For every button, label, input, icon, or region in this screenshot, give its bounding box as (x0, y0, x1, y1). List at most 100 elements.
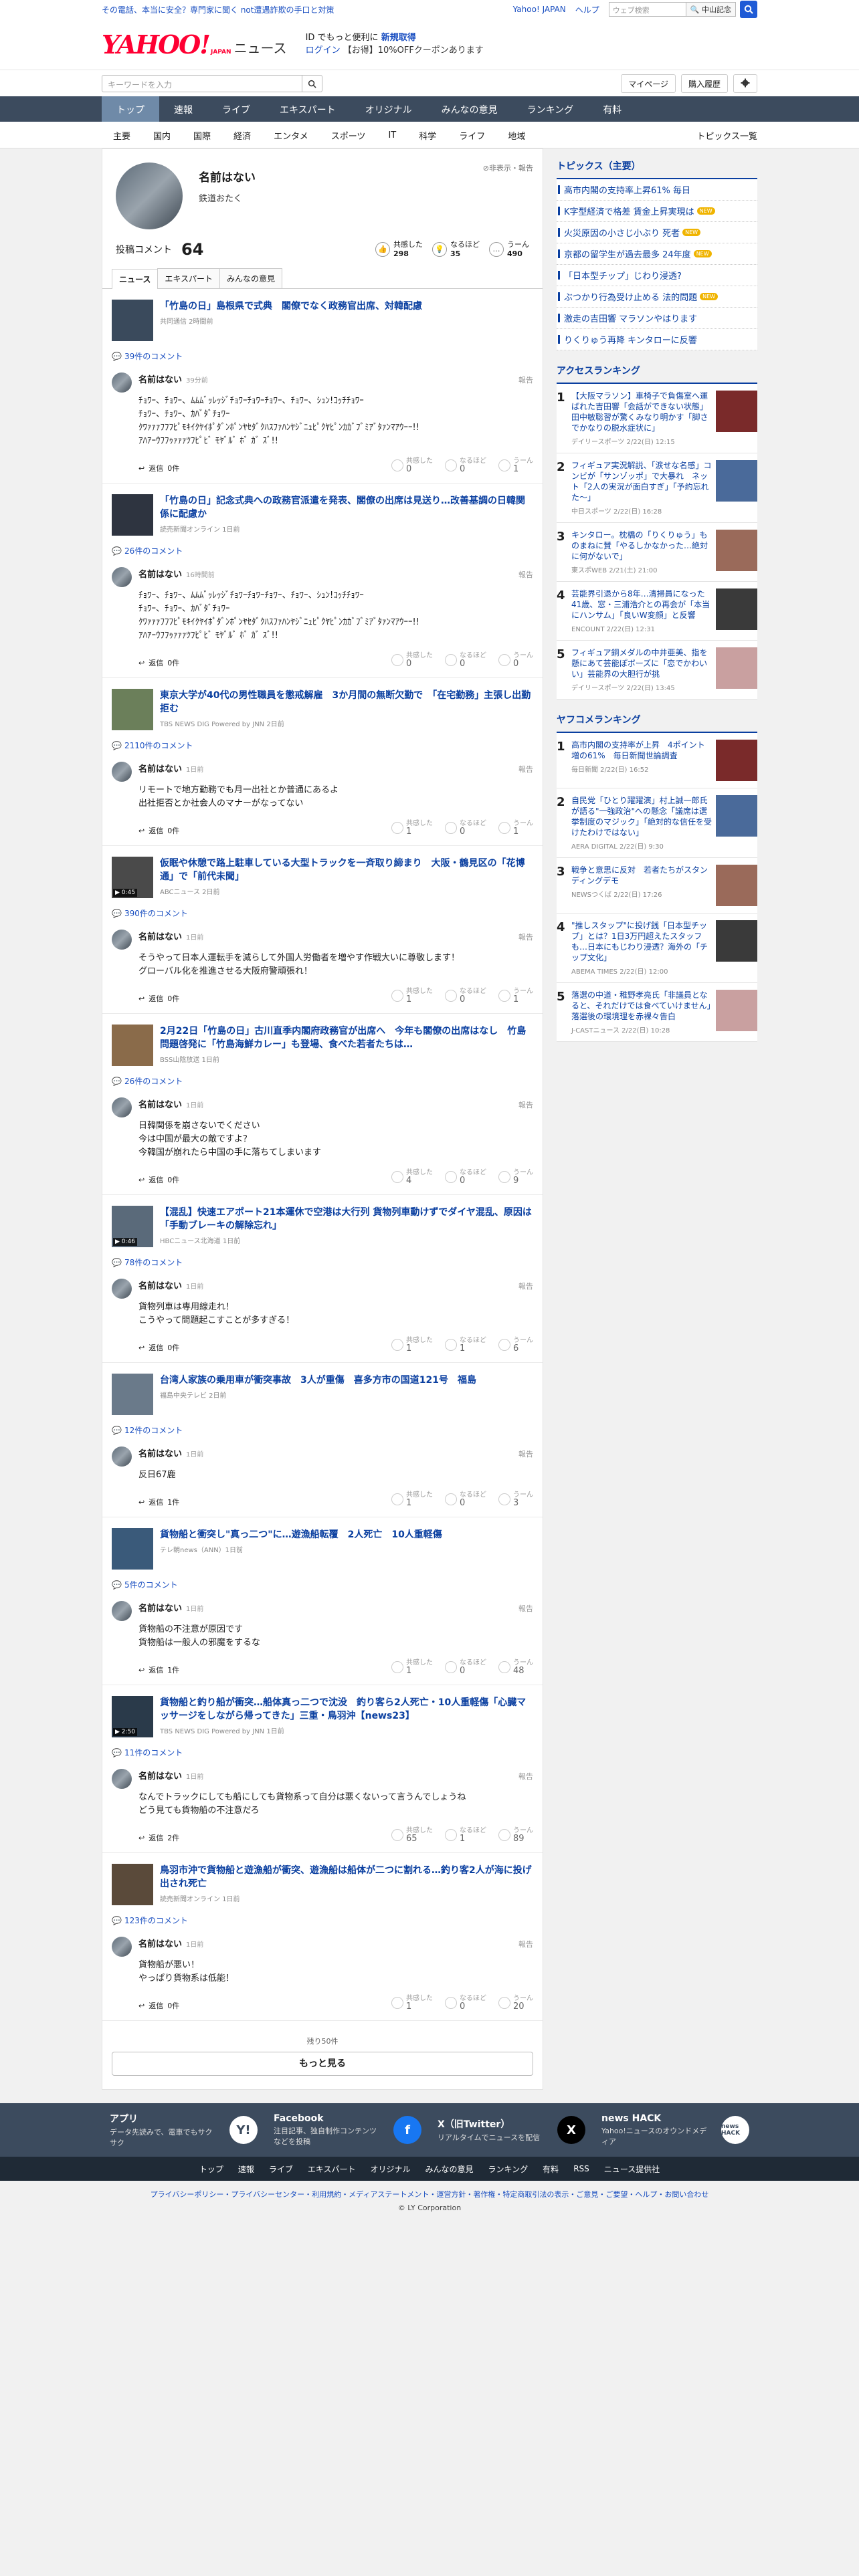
reaction-button[interactable]: 共感した 1 (391, 1995, 433, 2011)
comment-count-link[interactable]: 💬 5件のコメント (112, 1579, 533, 1590)
comment-author[interactable]: 名前はない (138, 1769, 182, 1782)
article-card[interactable]: 貨物船と衝突し"真っ二つ"に…遊漁船転覆 2人死亡 10人重軽傷 テレ朝news（… (112, 1528, 533, 1570)
nav-breaking[interactable]: 速報 (159, 96, 207, 122)
reaction-button[interactable]: 共感した 1 (391, 988, 433, 1004)
ranking-item[interactable]: 5 落選の中道・稚野孝亮氏「非議員となると、それだけでは食べていけません」落選後の… (557, 983, 757, 1042)
report-link[interactable]: 報告 (518, 764, 533, 774)
comment-author[interactable]: 名前はない (138, 1601, 182, 1614)
reply-button[interactable]: ↩ 返信 0件 (138, 993, 179, 1004)
reaction-button[interactable]: なるほど 0 (445, 1491, 486, 1507)
report-link[interactable]: 報告 (518, 1448, 533, 1459)
topics-list-link[interactable]: トピックス一覧 (696, 129, 757, 142)
reaction-button[interactable]: うーん 3 (498, 1491, 533, 1507)
subnav-entertainment[interactable]: エンタメ (262, 129, 320, 142)
reply-button[interactable]: ↩ 返信 0件 (138, 463, 179, 473)
reply-button[interactable]: ↩ 返信 0件 (138, 1174, 179, 1185)
comment-count-link[interactable]: 💬 12件のコメント (112, 1424, 533, 1436)
tab-opinion[interactable]: みんなの意見 (219, 268, 283, 288)
topic-link[interactable]: 激走の吉田響 マラソンやはります (557, 308, 757, 329)
topic-link[interactable]: ぶつかり行為受け止める 法的問題 NEW (557, 286, 757, 308)
topic-link[interactable]: りくりゅう再降 キンタローに反響 (557, 329, 757, 350)
comment-count-link[interactable]: 💬 123件のコメント (112, 1915, 533, 1926)
topic-link[interactable]: 高市内閣の支持率上昇61% 毎日 (557, 179, 757, 201)
comment-count-link[interactable]: 💬 11件のコメント (112, 1747, 533, 1758)
footer-nav-link[interactable]: エキスパート (308, 2163, 356, 2175)
article-title[interactable]: 「竹島の日」記念式典への政務官派遣を発表、閣僚の出席は見送り…改善基調の日韓関係… (160, 494, 533, 521)
footer-app-link[interactable]: news HACK Yahoo!ニュースのオウンドメディア news HACK (593, 2113, 757, 2147)
topic-link[interactable]: 火災原因の小さじ小ぶり 死者 NEW (557, 222, 757, 243)
reaction-button[interactable]: うーん 1 (498, 820, 533, 836)
comment-author[interactable]: 名前はない (138, 762, 182, 774)
comment-count-link[interactable]: 💬 78件のコメント (112, 1257, 533, 1268)
article-card[interactable]: ▶ 2:50 貨物船と釣り船が衝突…船体真っ二つで沈没 釣り客ら2人死亡・10人重… (112, 1696, 533, 1737)
report-link[interactable]: 報告 (518, 1099, 533, 1110)
article-thumbnail[interactable] (112, 300, 153, 341)
comment-author[interactable]: 名前はない (138, 1446, 182, 1459)
reply-button[interactable]: ↩ 返信 0件 (138, 825, 179, 836)
ranking-item[interactable]: 4 芸能界引退から8年…清掃員になった41歳、窓・三浦浩介との再会が「本当にハンサ… (557, 582, 757, 641)
topic-link[interactable]: K字型経済で格差 賃金上昇実現は NEW (557, 201, 757, 222)
report-link[interactable]: 報告 (518, 1771, 533, 1782)
article-card[interactable]: 「竹島の日」記念式典への政務官派遣を発表、閣僚の出席は見送り…改善基調の日韓関係… (112, 494, 533, 536)
reply-button[interactable]: ↩ 返信 0件 (138, 1342, 179, 1353)
article-card[interactable]: 2月22日「竹島の日」古川直季内閣府政務官が出席へ 今年も閣僚の出席はなし 竹島… (112, 1025, 533, 1066)
footer-nav-link[interactable]: 速報 (238, 2163, 254, 2175)
article-card[interactable]: 東京大学が40代の男性職員を懲戒解雇 3か月間の無断欠勤で 「在宅勤務」主張し出… (112, 689, 533, 730)
reaction-button[interactable]: なるほど 0 (445, 820, 486, 836)
login-link[interactable]: ログイン (306, 45, 341, 56)
footer-policy-links[interactable]: プライバシーポリシー・プライバシーセンター・利用規約・メディアステートメント・運… (0, 2181, 859, 2204)
reaction-button[interactable]: 共感した 0 (391, 652, 433, 668)
topic-link[interactable]: 「日本型チップ」じわり浸透? (557, 265, 757, 286)
article-thumbnail[interactable]: ▶ 0:46 (112, 1206, 153, 1247)
keyword-input[interactable]: キーワードを入力 (102, 75, 302, 92)
ranking-item[interactable]: 1 高市内閣の支持率が上昇 4ポイント増の61% 毎日新聞世論調査 毎日新聞 2/2… (557, 733, 757, 788)
footer-app-link[interactable]: X（旧Twitter） リアルタイムでニュースを配信 X (430, 2116, 593, 2144)
web-search-input[interactable]: ウェブ検索 (608, 2, 686, 17)
comment-author[interactable]: 名前はない (138, 372, 182, 385)
article-title[interactable]: 台湾人家族の乗用車が衝突事故 3人が重傷 喜多方市の国道121号 福島 (160, 1374, 476, 1387)
reaction-button[interactable]: なるほど 1 (445, 1337, 486, 1353)
reaction-button[interactable]: 共感した 1 (391, 1491, 433, 1507)
footer-nav-link[interactable]: ランキング (488, 2163, 529, 2175)
article-title[interactable]: 貨物船と衝突し"真っ二つ"に…遊漁船転覆 2人死亡 10人重軽傷 (160, 1528, 442, 1541)
nav-ranking[interactable]: ランキング (512, 96, 589, 122)
subnav-it[interactable]: IT (377, 130, 407, 140)
footer-nav-link[interactable]: ニュース提供社 (604, 2163, 660, 2175)
report-link[interactable]: 報告 (518, 1939, 533, 1949)
subnav-domestic[interactable]: 国内 (142, 129, 182, 142)
reaction-button[interactable]: うーん 1 (498, 457, 533, 473)
comment-author[interactable]: 名前はない (138, 1097, 182, 1110)
comment-count-link[interactable]: 💬 39件のコメント (112, 350, 533, 362)
comment-author[interactable]: 名前はない (138, 1937, 182, 1949)
ranking-item[interactable]: 1 【大阪マラソン】車椅子で負傷室へ運ばれた吉田響「会話ができない状態」田中敏聡習… (557, 384, 757, 453)
coupon-text[interactable]: 【お得】10%OFFクーポンあります (343, 45, 484, 56)
footer-nav-link[interactable]: トップ (199, 2163, 223, 2175)
history-button[interactable]: 購入履歴 (680, 74, 728, 93)
keyword-search-button[interactable] (302, 75, 322, 92)
ranking-item[interactable]: 2 自民党「ひとり躍躍演」村上誠一郎氏が語る"一強政治"への懸念「議席は選挙制度の… (557, 788, 757, 858)
comment-count-link[interactable]: 💬 26件のコメント (112, 1075, 533, 1087)
reaction-button[interactable]: 共感した 1 (391, 820, 433, 836)
nav-paid[interactable]: 有料 (588, 96, 636, 122)
reaction-button[interactable]: なるほど 1 (445, 1827, 486, 1843)
promo-link[interactable]: その電話、本当に安全？専門家に聞く not遭遇詐欺の手口と対策 (102, 4, 513, 15)
reply-button[interactable]: ↩ 返信 0件 (138, 657, 179, 668)
subnav-science[interactable]: 科学 (407, 129, 448, 142)
article-thumbnail[interactable]: ▶ 2:50 (112, 1696, 153, 1737)
reaction-button[interactable]: なるほど 0 (445, 457, 486, 473)
report-link[interactable]: 報告 (518, 1281, 533, 1291)
footer-nav-link[interactable]: RSS (573, 2164, 589, 2173)
footer-app-link[interactable]: Facebook 注目記事、独自制作コンテンツなどを投稿 f (266, 2113, 430, 2147)
report-link[interactable]: 報告 (518, 1603, 533, 1614)
footer-app-link[interactable]: アプリ データ先読みで、電車でもサクサク Y! (102, 2112, 266, 2148)
ranking-item[interactable]: 4 "推しスタップ"に投げ銭「日本型チップ」とは？1日3万円超えたスタッフも…日本… (557, 914, 757, 983)
article-thumbnail[interactable] (112, 1528, 153, 1570)
reaction-button[interactable]: なるほど 0 (445, 1995, 486, 2011)
nav-top[interactable]: トップ (102, 96, 159, 122)
reaction-button[interactable]: うーん 48 (498, 1659, 533, 1675)
subnav-economy[interactable]: 経済 (222, 129, 262, 142)
article-title[interactable]: 「竹島の日」島根県で式典 閣僚でなく政務官出席、対韓配慮 (160, 300, 422, 313)
article-card[interactable]: 「竹島の日」島根県で式典 閣僚でなく政務官出席、対韓配慮 共同通信 2時間前 (112, 300, 533, 341)
article-thumbnail[interactable] (112, 1025, 153, 1066)
comment-author[interactable]: 名前はない (138, 1279, 182, 1291)
